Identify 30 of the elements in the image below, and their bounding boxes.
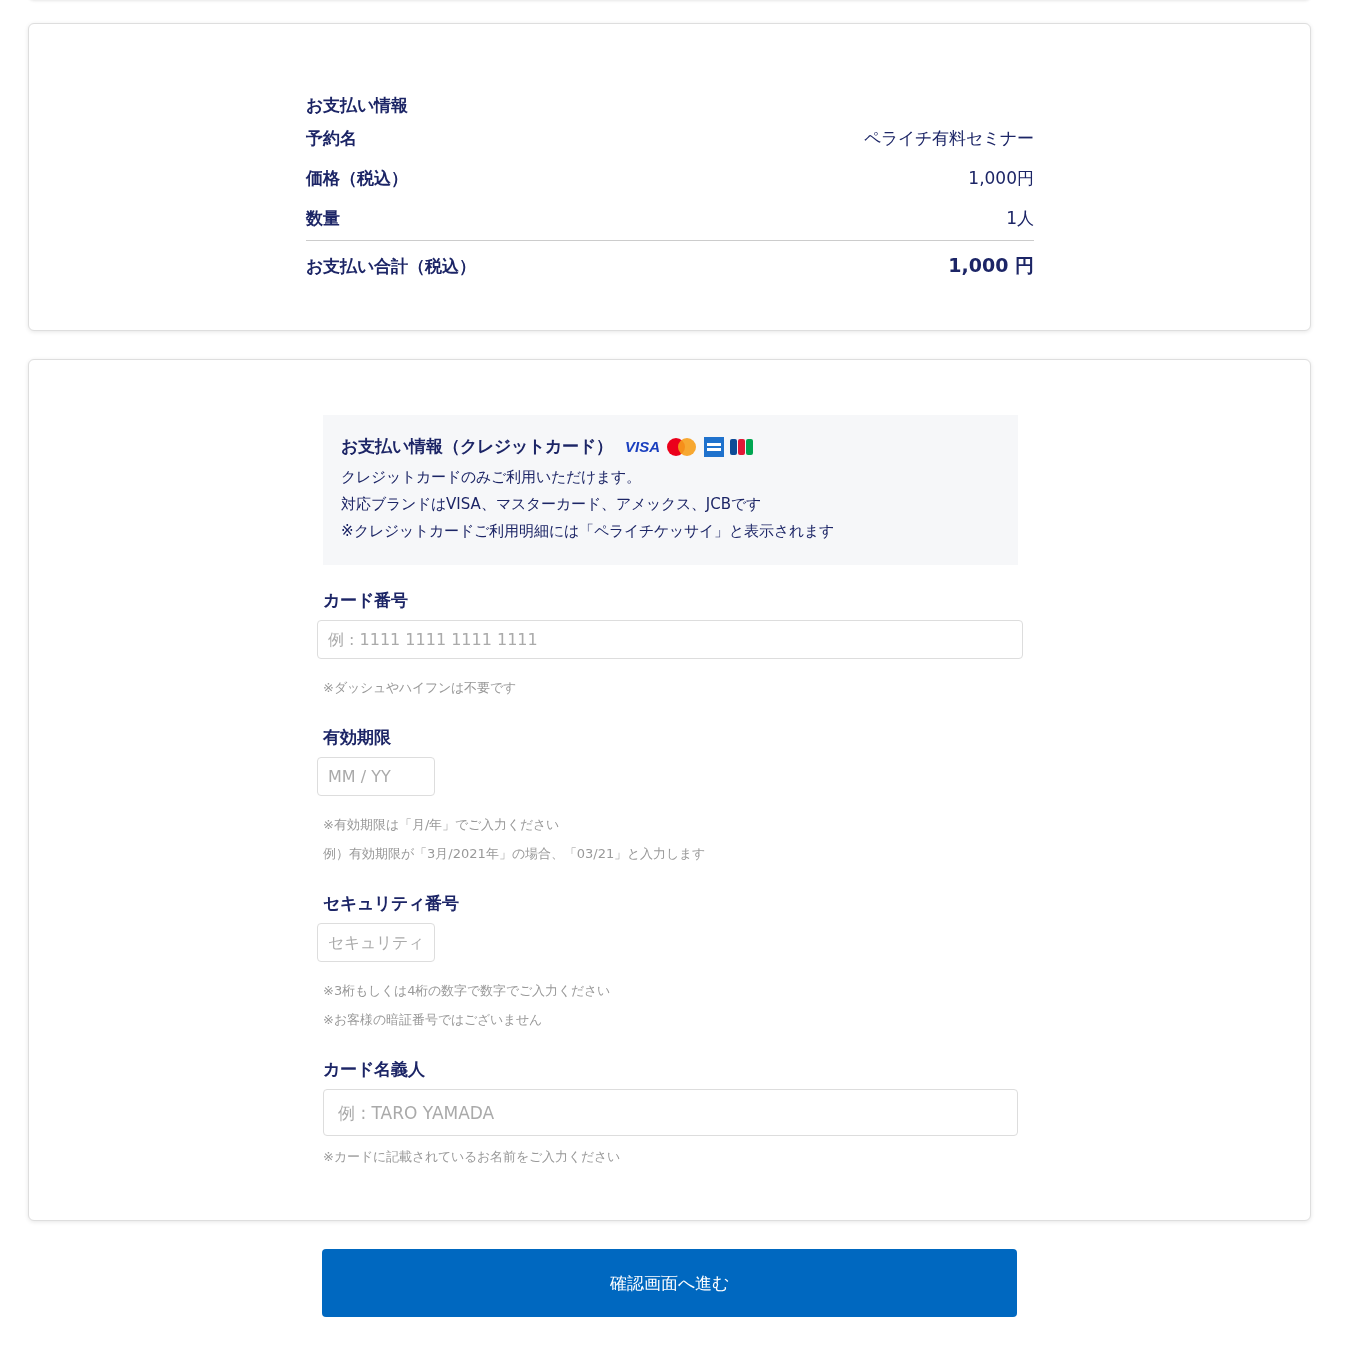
row-value: 1,000円 (968, 166, 1034, 190)
field-label: カード番号 (323, 589, 409, 612)
submit-button[interactable]: 確認画面へ進む (322, 1249, 1017, 1317)
hint-text: ※ダッシュやハイフンは不要です (323, 679, 517, 697)
input-field[interactable]: 例 : 1111 1111 1111 1111 (317, 620, 1023, 659)
hint-text: ※カードに記載されているお名前をご入力ください (323, 1148, 621, 1166)
section-title: お支払い情報（クレジットカード） (341, 435, 613, 458)
row-value: ペライチ有料セミナー (864, 126, 1034, 150)
row-value: 1人 (1006, 206, 1034, 230)
section-title: お支払い情報 (306, 94, 409, 117)
info-text: 対応ブランドはVISA、マスターカード、アメックス、JCBです (341, 494, 762, 515)
hint-text: ※有効期限は「月/年」でご入力ください (323, 816, 561, 834)
hint-text: ※お客様の暗証番号ではございません (323, 1011, 543, 1029)
row-value: 1,000 円 (948, 253, 1034, 278)
hint-text: 例）有効期限が「3月/2021年」の場合、「03/21」と入力します (323, 845, 707, 863)
row-label: 数量 (306, 206, 340, 230)
field-label: セキュリティ番号 (323, 892, 460, 915)
mastercard-logo (666, 436, 698, 457)
row-label: 予約名 (306, 126, 357, 150)
input-field[interactable]: セキュリティ (317, 923, 435, 962)
field-label: 有効期限 (323, 726, 392, 749)
field-label: カード名義人 (323, 1058, 426, 1081)
visa-logo: VISA (625, 438, 660, 455)
info-text: ※クレジットカードご利用明細には「ペライチケッサイ」と表示されます (341, 521, 835, 542)
row-label: 価格（税込） (306, 166, 408, 190)
info-text: クレジットカードのみご利用いただけます。 (341, 467, 642, 488)
input-field[interactable]: MM / YY (317, 757, 435, 796)
row-label: お支払い合計（税込） (306, 254, 476, 278)
hint-text: ※3桁もしくは4桁の数字で数字でご入力ください (323, 982, 612, 1000)
input-field[interactable]: 例 : TARO YAMADA (323, 1089, 1018, 1136)
